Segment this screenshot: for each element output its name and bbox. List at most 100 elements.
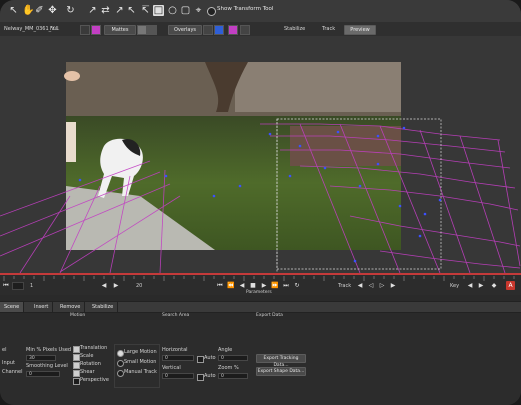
angle-label: Angle [218,347,233,353]
rotation-label: Rotation [80,361,101,367]
crosshair-icon[interactable]: ⌖ [193,5,204,16]
tab-insert[interactable]: Insert [30,302,54,312]
horizontal-auto-checkbox[interactable] [197,356,204,363]
play-forward-icon[interactable]: ▶ [260,282,268,289]
step-forward-icon[interactable]: ⏩ [271,282,279,289]
lasso-icon[interactable]: ↸ [140,5,151,16]
perspective-label: Perspective [80,377,109,383]
zoom-icon[interactable]: ↖ [126,5,137,16]
pink-swatch[interactable] [228,25,238,35]
manual-track-radio[interactable] [117,370,124,377]
preview-button[interactable]: Preview [344,25,376,35]
overlay-option-a[interactable] [203,25,213,35]
frame-start-field[interactable] [12,282,24,290]
rectangle-icon[interactable]: □ [153,5,164,16]
go-start-icon[interactable]: ⏮ [2,282,10,289]
perspective-checkbox[interactable] [73,378,80,385]
overlay-option-b[interactable] [240,25,250,35]
vertical-auto-checkbox[interactable] [197,374,204,381]
scale-checkbox[interactable] [73,354,80,361]
arrow-icon[interactable]: ↖ [8,5,19,16]
tab-remove[interactable]: Remove [56,302,86,312]
options-bar: Nelway_MM_0361_V… Full Mattes Overlays S… [0,22,521,37]
tracking-viewer[interactable] [0,36,521,273]
shear-icon[interactable]: ⇄ [100,5,111,16]
timeline-progress-bar[interactable] [0,273,521,275]
go-last-icon[interactable]: ⏭ [282,282,290,289]
accent-swatch[interactable] [91,25,101,35]
move-icon[interactable]: ✥ [47,5,58,16]
rotation-checkbox[interactable] [73,362,80,369]
param-label-1: el [2,347,7,353]
show-transform-label: Show Transform Tool [217,6,274,12]
tracking-parameters-panel: el Input Channel Min % Pixels Used 30 Sm… [0,320,521,405]
manual-track-label: Manual Track [124,369,157,375]
parameters-label: Parameters [246,290,272,295]
key-add-icon[interactable]: ◆ [490,282,498,289]
track-next-icon[interactable]: ▷ [378,282,386,289]
play-back-icon[interactable]: ◀ [238,282,246,289]
track-forward-icon[interactable]: ▶ [389,282,397,289]
stop-icon[interactable]: ■ [249,282,257,289]
large-motion-radio[interactable] [117,350,124,357]
hand-icon[interactable]: ✋ [22,5,34,16]
smoothing-field[interactable]: 0 [26,371,60,377]
go-first-icon[interactable]: ⏮ [216,282,224,289]
section-search-area: Search Area [162,313,190,318]
tool-toolbar: ↖ ✋ ✐ ✥ ↻ ↗ ⇄ ↗ ↖ ↸ □ ○ ▢ ⌖ Show Transfo… [0,0,521,23]
min-pixels-label: Min % Pixels Used [26,347,72,353]
small-motion-radio[interactable] [117,360,124,367]
track-toggle[interactable]: Track [322,25,335,33]
autokey-button[interactable]: A [506,281,515,290]
export-tracking-button[interactable]: Export Tracking Data... [256,354,306,368]
tab-stabilize[interactable]: Stabilize [88,302,119,312]
timeline[interactable]: ⏮ 1 ◀ ▶ 20 ⏮ ⏪ ◀ ■ ▶ ⏩ ⏭ ↻ Parameters Tr… [0,273,521,295]
timeline-ruler[interactable] [0,276,521,281]
magnet-icon[interactable]: ▢ [180,5,191,16]
angle-field[interactable]: 0 [218,355,248,361]
step-back-icon[interactable]: ⏪ [227,282,235,289]
view-mode-select[interactable]: Full [50,25,59,33]
tab-scene[interactable]: Scene [0,302,25,312]
matte-toggle[interactable] [137,25,147,35]
export-shape-button[interactable]: Export Shape Data... [256,367,306,376]
frame-start-label: 1 [30,283,34,289]
vertical-auto-label: Auto [204,373,216,379]
large-motion-label: Large Motion [124,349,157,355]
overlays-button[interactable]: Overlays [168,25,202,35]
key-prev-icon[interactable]: ◀ [466,282,474,289]
track-back-icon[interactable]: ◀ [356,282,364,289]
blue-swatch[interactable] [214,25,224,35]
smoothing-label: Smoothing Level [26,363,68,369]
mattes-button[interactable]: Mattes [104,25,136,35]
horizontal-field[interactable]: 0 [162,355,194,361]
viewer-canvas [0,62,521,273]
section-motion: Motion [70,313,86,318]
scale-icon[interactable]: ↗ [87,5,98,16]
loop-icon[interactable]: ↻ [293,282,301,289]
circle-icon[interactable]: ○ [167,5,178,16]
rotate-icon[interactable]: ↻ [65,5,76,16]
min-pixels-field[interactable]: 30 [26,355,56,361]
module-tabs: Scene Insert Remove Stabilize [0,301,521,313]
zoom-field[interactable]: 0 [218,373,248,379]
color-swatch-gray[interactable] [80,25,90,35]
horizontal-auto-label: Auto [204,355,216,361]
matte-toggle-2[interactable] [147,25,157,35]
stabilize-toggle[interactable]: Stabilize [284,25,305,33]
shear-checkbox[interactable] [73,370,80,377]
pin-icon[interactable]: ↗ [114,5,125,16]
key-next-icon[interactable]: ▶ [477,282,485,289]
translation-checkbox[interactable] [73,346,80,353]
show-transform-radio[interactable] [207,7,216,16]
section-export-data: Export Data [256,313,283,318]
track-prev-icon[interactable]: ◁ [367,282,375,289]
next-key-icon[interactable]: ▶ [112,282,120,289]
param-label-3: Channel [2,369,23,375]
prev-key-icon[interactable]: ◀ [100,282,108,289]
vertical-field[interactable]: 0 [162,373,194,379]
track-label: Track [338,283,352,289]
app-window: ↖ ✋ ✐ ✥ ↻ ↗ ⇄ ↗ ↖ ↸ □ ○ ▢ ⌖ Show Transfo… [0,0,521,405]
pen-icon[interactable]: ✐ [34,5,45,16]
key-label: Key [450,283,460,289]
